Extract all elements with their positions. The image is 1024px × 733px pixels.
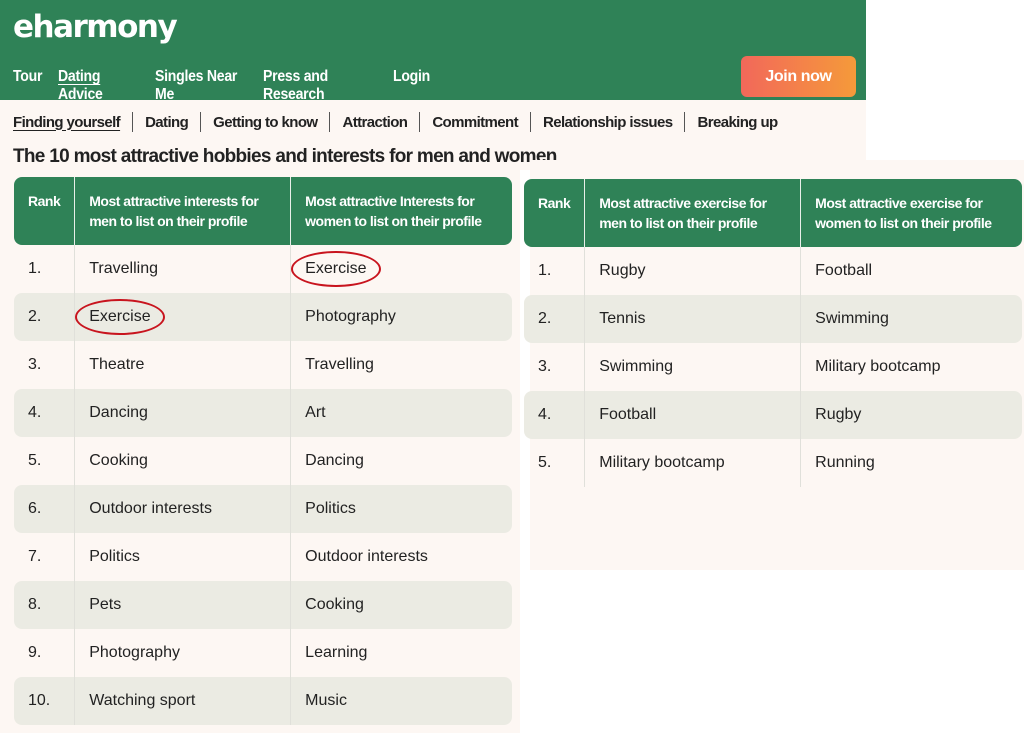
- women-exercise-cell: Football: [800, 247, 1022, 295]
- subnav-item-relationship-issues[interactable]: Relationship issues: [543, 114, 673, 131]
- men-exercise-cell: Military bootcamp: [584, 439, 800, 487]
- nav-item-singles-near-me[interactable]: Singles Near Me: [155, 68, 250, 104]
- rank-cell: 2.: [14, 293, 75, 341]
- women-interest-cell: Travelling: [290, 341, 512, 389]
- women-interest-cell: Photography: [290, 293, 512, 341]
- rank-cell: 3.: [538, 358, 552, 375]
- table-row: 4. Dancing Art: [14, 389, 512, 437]
- table-row: 2. Exercise Photography: [14, 293, 512, 341]
- subnav-divider: [530, 112, 531, 132]
- subnav-item-breaking-up[interactable]: Breaking up: [697, 114, 778, 131]
- table-row: 6. Outdoor interests Politics: [14, 485, 512, 533]
- men-interest-cell: Cooking: [74, 437, 290, 485]
- rank-cell: 6.: [14, 485, 75, 533]
- table-row: 4. Football Rugby: [524, 391, 1022, 439]
- table-row: 2. Tennis Swimming: [524, 295, 1022, 343]
- men-interest-cell: Watching sport: [74, 677, 291, 725]
- subnav-divider: [200, 112, 202, 132]
- women-exercise-cell: Running: [800, 439, 1022, 487]
- women-interest-cell: Politics: [290, 485, 512, 533]
- column-header-women: Most attractive exercise for women to li…: [800, 179, 1022, 247]
- subnav: Finding yourself Dating Getting to know …: [13, 112, 778, 132]
- men-exercise-cell: Football: [584, 391, 801, 439]
- women-interest-cell: Exercise: [290, 245, 512, 293]
- table-row: 1. Rugby Football: [524, 247, 1022, 295]
- page-title: The 10 most attractive hobbies and inter…: [13, 146, 557, 167]
- rank-cell: 2.: [524, 295, 585, 343]
- table-row: 8. Pets Cooking: [14, 581, 512, 629]
- men-exercise-cell: Swimming: [584, 343, 800, 391]
- women-interest-cell: Dancing: [290, 437, 512, 485]
- rank-cell: 3.: [28, 356, 42, 373]
- subnav-item-dating[interactable]: Dating: [145, 114, 189, 131]
- rank-cell: 4.: [524, 391, 585, 439]
- men-exercise-cell: Rugby: [584, 247, 800, 295]
- table-row: 10. Watching sport Music: [14, 677, 512, 725]
- table-header-row: Rank Most attractive exercise for men to…: [524, 179, 1022, 247]
- column-header-rank: Rank: [14, 177, 75, 245]
- women-interest-cell: Cooking: [290, 581, 512, 629]
- women-exercise-cell: Rugby: [800, 391, 1022, 439]
- subnav-divider: [684, 112, 686, 132]
- men-interest-cell: Travelling: [74, 245, 290, 293]
- women-interest-cell: Learning: [290, 629, 512, 677]
- exercise-table: Rank Most attractive exercise for men to…: [524, 179, 1022, 487]
- table-row: 7. Politics Outdoor interests: [14, 533, 512, 581]
- column-header-rank: Rank: [524, 179, 585, 247]
- subnav-divider: [329, 112, 331, 132]
- subnav-bar: Finding yourself Dating Getting to know …: [0, 100, 866, 144]
- rank-cell: 7.: [28, 548, 42, 565]
- men-interest-cell: Photography: [74, 629, 290, 677]
- men-interest-cell: Theatre: [74, 341, 290, 389]
- circled-annotation: Exercise: [75, 299, 165, 335]
- table-row: 5. Military bootcamp Running: [524, 439, 1022, 487]
- table-row: 9. Photography Learning: [14, 629, 512, 677]
- table-row: 3. Swimming Military bootcamp: [524, 343, 1022, 391]
- rank-cell: 8.: [14, 581, 75, 629]
- subnav-item-commitment[interactable]: Commitment: [432, 114, 518, 131]
- men-interest-cell: Exercise: [74, 293, 291, 341]
- table-row: 3. Theatre Travelling: [14, 341, 512, 389]
- women-interest-cell: Outdoor interests: [290, 533, 512, 581]
- join-now-button[interactable]: Join now: [741, 56, 856, 97]
- rank-cell: 1.: [538, 262, 552, 279]
- eharmony-logo[interactable]: eharmony: [13, 9, 178, 45]
- subnav-item-finding-yourself[interactable]: Finding yourself: [13, 114, 121, 131]
- table-row: 1. Travelling Exercise: [14, 245, 512, 293]
- rank-cell: 9.: [28, 644, 42, 661]
- nav-item-tour[interactable]: Tour: [13, 68, 53, 104]
- column-header-men: Most attractive interests for men to lis…: [74, 177, 291, 245]
- circled-annotation: Exercise: [291, 251, 381, 287]
- women-interest-text: Exercise: [305, 260, 367, 277]
- main-nav: Tour Dating Advice Singles Near Me Press…: [13, 68, 433, 104]
- nav-item-login[interactable]: Login: [393, 68, 430, 104]
- site-header: eharmony Tour Dating Advice Singles Near…: [0, 0, 866, 103]
- column-header-men: Most attractive exercise for men to list…: [584, 179, 801, 247]
- subnav-divider: [132, 112, 134, 132]
- women-interest-cell: Art: [290, 389, 512, 437]
- subnav-divider: [419, 112, 421, 132]
- subnav-item-attraction[interactable]: Attraction: [342, 114, 407, 131]
- nav-item-press-and-research[interactable]: Press and Research: [263, 68, 377, 104]
- men-interest-cell: Pets: [74, 581, 291, 629]
- rank-cell: 1.: [28, 260, 42, 277]
- table-row: 5. Cooking Dancing: [14, 437, 512, 485]
- rank-cell: 4.: [14, 389, 75, 437]
- men-interest-cell: Politics: [74, 533, 290, 581]
- subnav-item-getting-to-know[interactable]: Getting to know: [213, 114, 318, 131]
- women-exercise-cell: Swimming: [800, 295, 1022, 343]
- men-exercise-cell: Tennis: [584, 295, 801, 343]
- men-interest-text: Exercise: [89, 308, 151, 325]
- men-interest-cell: Dancing: [74, 389, 291, 437]
- rank-cell: 5.: [28, 452, 42, 469]
- women-interest-cell: Music: [290, 677, 512, 725]
- rank-cell: 5.: [538, 454, 552, 471]
- rank-cell: 10.: [14, 677, 75, 725]
- interests-table: Rank Most attractive interests for men t…: [14, 177, 512, 725]
- women-exercise-cell: Military bootcamp: [800, 343, 1022, 391]
- column-header-women: Most attractive Interests for women to l…: [290, 177, 512, 245]
- men-interest-cell: Outdoor interests: [74, 485, 291, 533]
- nav-item-dating-advice[interactable]: Dating Advice: [58, 68, 143, 104]
- table-header-row: Rank Most attractive interests for men t…: [14, 177, 512, 245]
